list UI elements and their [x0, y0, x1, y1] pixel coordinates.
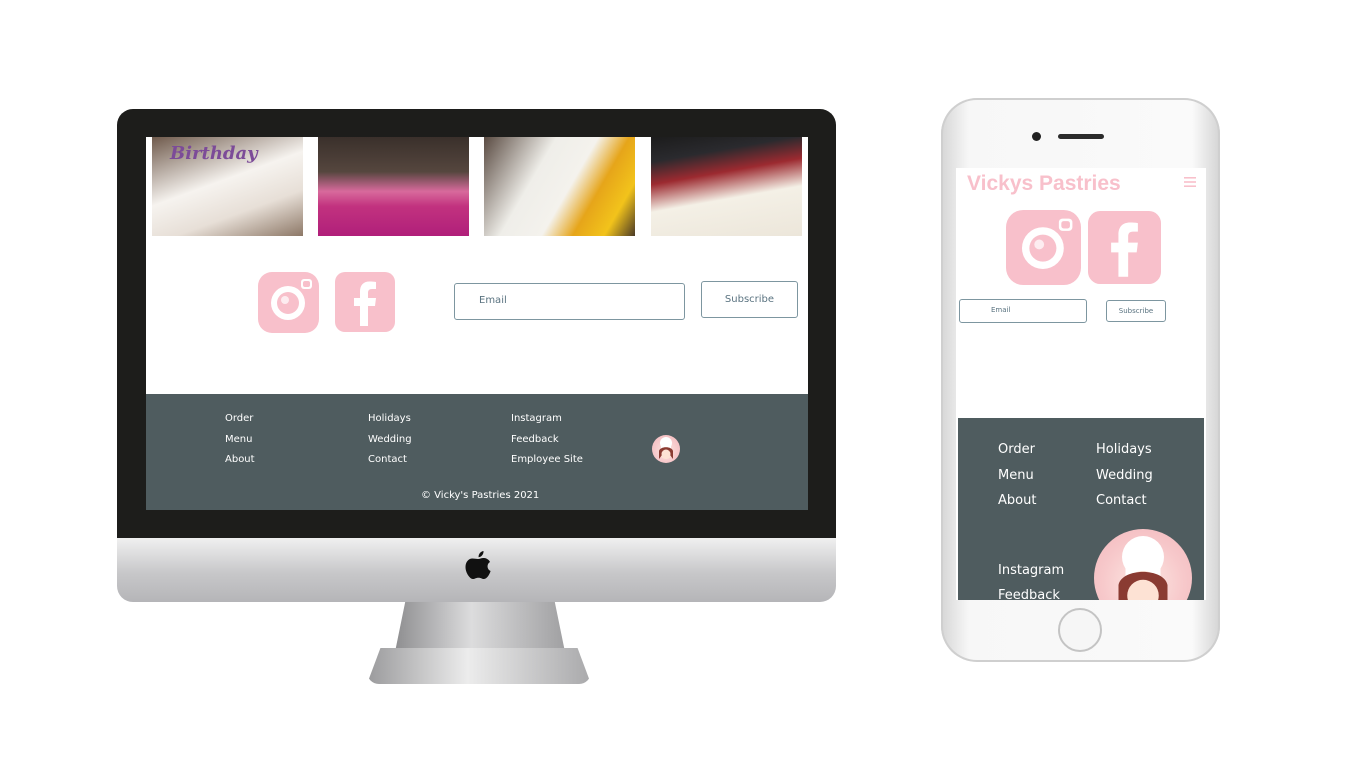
email-input[interactable]: Email — [454, 283, 685, 320]
front-camera — [1032, 132, 1041, 141]
footer-link-order[interactable]: Order — [225, 413, 253, 424]
site-footer: Order Menu About Holidays Wedding Contac… — [958, 418, 1204, 600]
facebook-icon[interactable] — [1088, 211, 1161, 284]
chef-avatar — [652, 435, 680, 463]
birthday-cake-image[interactable]: Birthday — [152, 137, 303, 236]
instagram-icon[interactable] — [258, 272, 319, 333]
subscribe-button[interactable]: Subscribe — [1106, 300, 1166, 322]
pink-rosette-cake-image[interactable] — [318, 137, 469, 236]
footer-link-wedding[interactable]: Wedding — [1096, 468, 1153, 483]
sunflower-cake-image[interactable] — [484, 137, 635, 236]
apple-logo-icon — [465, 551, 491, 579]
site-title[interactable]: Vickys Pastries — [967, 172, 1121, 196]
footer-link-order[interactable]: Order — [998, 442, 1035, 457]
footer-link-wedding[interactable]: Wedding — [368, 434, 412, 445]
pokeball-cake-image[interactable] — [651, 137, 802, 236]
site-footer: Order Menu About Holidays Wedding Contac… — [146, 394, 808, 510]
facebook-icon[interactable] — [335, 272, 395, 332]
imac-stand-foot — [367, 648, 591, 684]
footer-link-instagram[interactable]: Instagram — [998, 563, 1064, 578]
footer-link-holidays[interactable]: Holidays — [368, 413, 411, 424]
copyright-text: © Vicky's Pastries 2021 — [421, 490, 540, 501]
desktop-screen: Birthday Email Subscribe Order Menu Abou… — [146, 137, 808, 510]
footer-link-contact[interactable]: Contact — [1096, 493, 1147, 508]
footer-link-about[interactable]: About — [225, 454, 255, 465]
mobile-screen: Vickys Pastries Email Subscribe Order Me… — [956, 168, 1206, 600]
home-button[interactable] — [1058, 608, 1102, 652]
footer-link-feedback[interactable]: Feedback — [511, 434, 559, 445]
chef-icon — [659, 437, 673, 459]
email-placeholder: Email — [479, 295, 507, 306]
footer-link-holidays[interactable]: Holidays — [1096, 442, 1152, 457]
chef-avatar — [1094, 529, 1192, 600]
footer-link-contact[interactable]: Contact — [368, 454, 407, 465]
email-placeholder: Email — [991, 306, 1011, 314]
phone-speaker — [1058, 134, 1104, 139]
footer-link-feedback[interactable]: Feedback — [998, 588, 1060, 600]
chef-icon — [1118, 536, 1168, 600]
imac-stand-neck — [395, 602, 565, 652]
footer-link-menu[interactable]: Menu — [225, 434, 252, 445]
subscribe-button[interactable]: Subscribe — [701, 281, 798, 318]
instagram-icon[interactable] — [1006, 210, 1081, 285]
footer-link-employee-site[interactable]: Employee Site — [511, 454, 583, 465]
footer-link-instagram[interactable]: Instagram — [511, 413, 562, 424]
hamburger-menu-icon[interactable] — [1184, 177, 1196, 187]
cake-lettering: Birthday — [170, 143, 258, 164]
footer-link-menu[interactable]: Menu — [998, 468, 1034, 483]
email-input[interactable]: Email — [959, 299, 1087, 323]
footer-link-about[interactable]: About — [998, 493, 1036, 508]
